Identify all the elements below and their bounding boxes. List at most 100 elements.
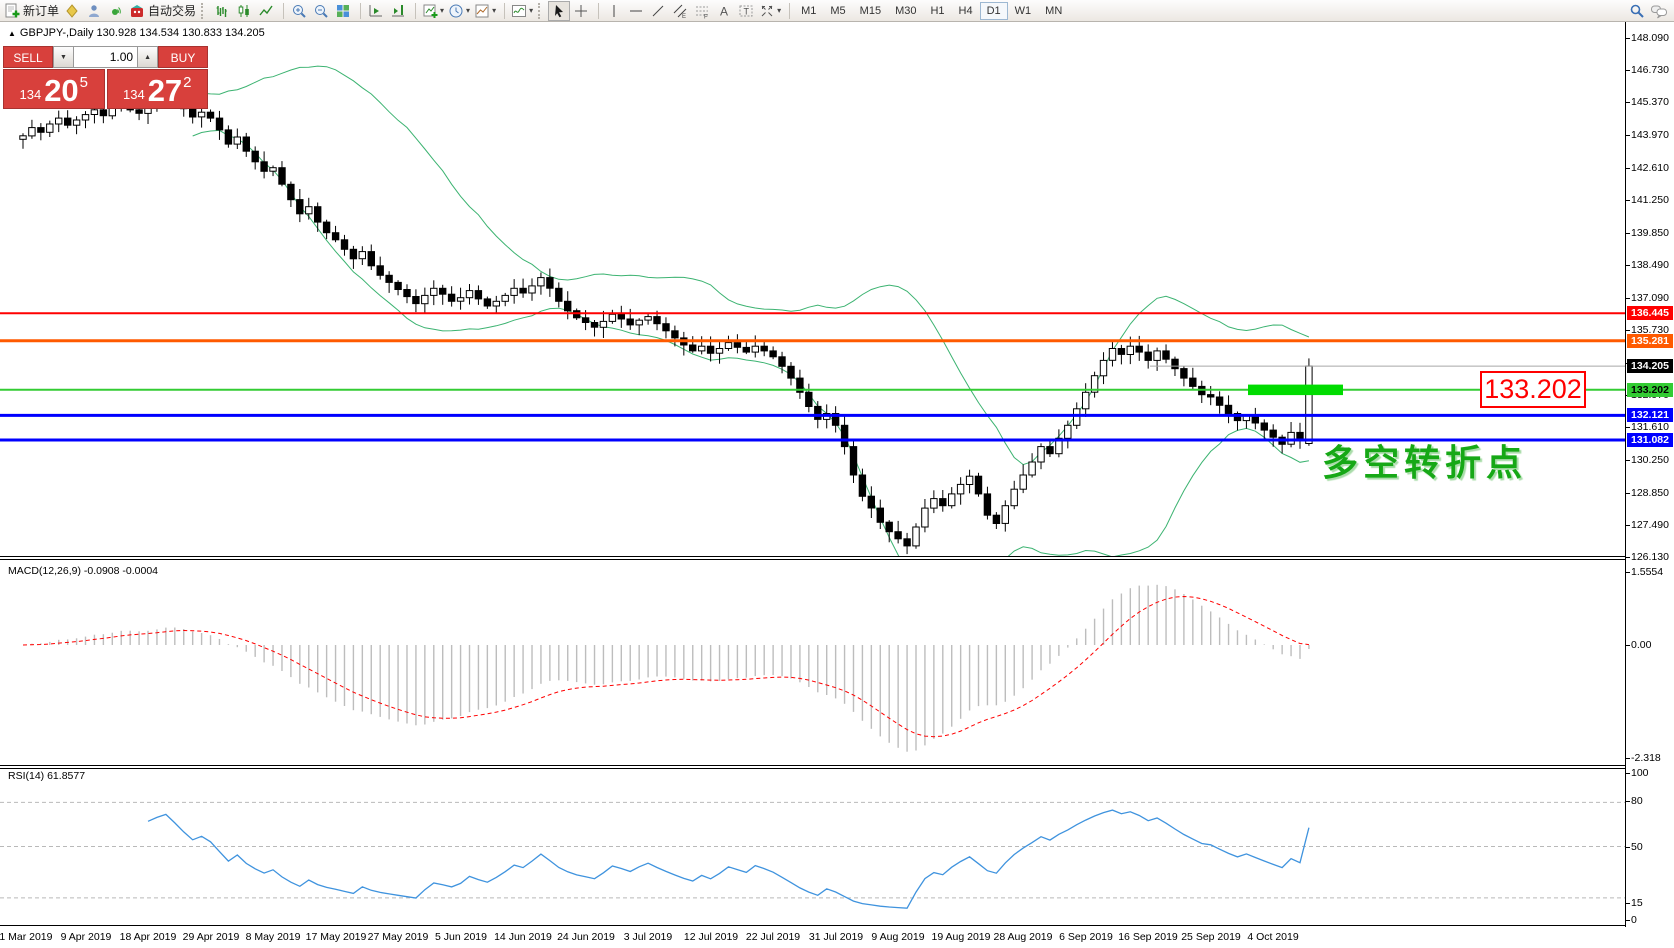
auto-scroll-button[interactable] xyxy=(365,1,387,21)
crosshair-tool-button[interactable] xyxy=(570,1,592,21)
text-icon: A xyxy=(716,3,732,19)
panel-divider[interactable] xyxy=(0,556,1625,560)
collapse-panel-icon[interactable]: ▲ xyxy=(8,29,16,38)
line-chart-button[interactable] xyxy=(255,1,277,21)
text-label-icon: T xyxy=(738,3,754,19)
zoom-in-button[interactable] xyxy=(288,1,310,21)
vertical-line-tool-button[interactable] xyxy=(603,1,625,21)
new-order-icon xyxy=(4,3,20,19)
rsi-panel[interactable] xyxy=(0,767,1625,924)
timeframe-m5-button[interactable]: M5 xyxy=(823,2,852,20)
symbol-ohlc-label: GBPJPY-,Daily 130.928 134.534 130.833 13… xyxy=(20,27,265,39)
search-button[interactable] xyxy=(1626,1,1648,21)
axis-tick-label: 1.5554 xyxy=(1631,566,1663,578)
new-chart-button[interactable]: ▾ xyxy=(420,1,446,21)
buy-price-prefix: 134 xyxy=(123,87,145,102)
sell-price-prefix: 134 xyxy=(19,87,41,102)
tile-windows-icon xyxy=(335,3,351,19)
macd-panel[interactable] xyxy=(0,559,1625,764)
periods-button[interactable]: ▾ xyxy=(446,1,472,21)
equidistant-channel-icon: E xyxy=(672,3,688,19)
sell-button[interactable]: SELL xyxy=(3,46,53,68)
toolbar-separator xyxy=(538,3,545,19)
templates-icon xyxy=(474,3,490,19)
timeframe-m30-button[interactable]: M30 xyxy=(888,2,923,20)
date-label: 17 May 2019 xyxy=(306,931,367,943)
buy-price-button[interactable]: 134 27 2 xyxy=(107,69,209,109)
trendline-tool-button[interactable] xyxy=(647,1,669,21)
mt4-window: 新订单 自动交易 xyxy=(0,0,1674,948)
sell-price-button[interactable]: 134 20 5 xyxy=(3,69,105,109)
date-label: 14 Jun 2019 xyxy=(494,931,552,943)
news-button[interactable] xyxy=(105,1,127,21)
text-label-tool-button[interactable]: T xyxy=(735,1,757,21)
price-callout-label[interactable]: 133.202 xyxy=(1480,371,1586,408)
autotrading-icon xyxy=(129,3,145,19)
sell-price-sup: 5 xyxy=(80,74,88,91)
chart-shift-button[interactable] xyxy=(387,1,409,21)
axis-tick-label: 137.090 xyxy=(1631,292,1669,304)
date-label: 3 Jul 2019 xyxy=(624,931,672,943)
date-label: 5 Jun 2019 xyxy=(435,931,487,943)
turning-point-text[interactable]: 多空转折点 xyxy=(1322,434,1527,486)
auto-scroll-icon xyxy=(368,3,384,19)
timeframe-m15-button[interactable]: M15 xyxy=(853,2,888,20)
date-label: 28 Aug 2019 xyxy=(994,931,1053,943)
one-click-trading-panel: SELL ▼ ▲ BUY 134 20 5 134 27 2 xyxy=(3,46,208,109)
arrows-tool-button[interactable]: ▾ xyxy=(757,1,783,21)
timeframe-w1-button[interactable]: W1 xyxy=(1008,2,1039,20)
date-label: 12 Jul 2019 xyxy=(684,931,738,943)
date-label: 16 Sep 2019 xyxy=(1118,931,1178,943)
chat-button[interactable] xyxy=(1648,1,1670,21)
svg-text:E: E xyxy=(682,14,686,19)
buy-price-big: 27 xyxy=(148,77,182,105)
buy-price-sup: 2 xyxy=(183,74,191,91)
toolbar-separator xyxy=(201,3,208,19)
panel-divider[interactable] xyxy=(0,765,1625,769)
text-tool-button[interactable]: A xyxy=(713,1,735,21)
volume-input[interactable] xyxy=(74,46,137,68)
toolbar-separator xyxy=(500,3,505,19)
timeframe-mn-button[interactable]: MN xyxy=(1038,2,1069,20)
dropdown-caret-icon: ▾ xyxy=(777,6,781,15)
date-label: 31 Mar 2019 xyxy=(0,931,52,943)
market-button[interactable] xyxy=(61,1,83,21)
cursor-tool-button[interactable] xyxy=(548,1,570,21)
new-order-label: 新订单 xyxy=(23,2,59,19)
signals-button[interactable] xyxy=(83,1,105,21)
indicators-button[interactable]: ▾ xyxy=(509,1,535,21)
date-label: 19 Aug 2019 xyxy=(932,931,991,943)
date-label: 27 May 2019 xyxy=(368,931,429,943)
clock-icon xyxy=(448,3,464,19)
timeframe-d1-button[interactable]: D1 xyxy=(980,2,1008,20)
date-label: 25 Sep 2019 xyxy=(1181,931,1241,943)
axis-tick-label: 15 xyxy=(1631,897,1643,909)
new-order-button[interactable]: 新订单 xyxy=(2,1,61,21)
date-axis[interactable]: 31 Mar 20199 Apr 201918 Apr 201929 Apr 2… xyxy=(0,927,1625,948)
price-badge: 133.202 xyxy=(1627,383,1673,397)
axis-tick-label: 50 xyxy=(1631,841,1643,853)
buy-button[interactable]: BUY xyxy=(158,46,208,68)
horizontal-line-tool-button[interactable] xyxy=(625,1,647,21)
chat-icon xyxy=(1650,3,1668,19)
volume-down-button[interactable]: ▼ xyxy=(53,46,74,68)
volume-up-button[interactable]: ▲ xyxy=(137,46,158,68)
autotrading-button[interactable]: 自动交易 xyxy=(127,1,198,21)
price-axis[interactable]: 148.090146.730145.370143.970142.610141.2… xyxy=(1625,22,1674,927)
timeframe-h1-button[interactable]: H1 xyxy=(923,2,951,20)
svg-text:F: F xyxy=(704,14,708,19)
zoom-out-icon xyxy=(313,3,329,19)
dropdown-caret-icon: ▾ xyxy=(529,6,533,15)
axis-tick-label: 100 xyxy=(1631,767,1649,779)
timeframe-h4-button[interactable]: H4 xyxy=(952,2,980,20)
candlestick-chart-button[interactable] xyxy=(233,1,255,21)
bar-chart-button[interactable] xyxy=(211,1,233,21)
timeframe-m1-button[interactable]: M1 xyxy=(794,2,823,20)
channel-tool-button[interactable]: E xyxy=(669,1,691,21)
fibonacci-tool-button[interactable]: F xyxy=(691,1,713,21)
zoom-out-button[interactable] xyxy=(310,1,332,21)
tile-windows-button[interactable] xyxy=(332,1,354,21)
date-label: 18 Apr 2019 xyxy=(120,931,177,943)
date-label: 9 Apr 2019 xyxy=(61,931,112,943)
templates-button[interactable]: ▾ xyxy=(472,1,498,21)
